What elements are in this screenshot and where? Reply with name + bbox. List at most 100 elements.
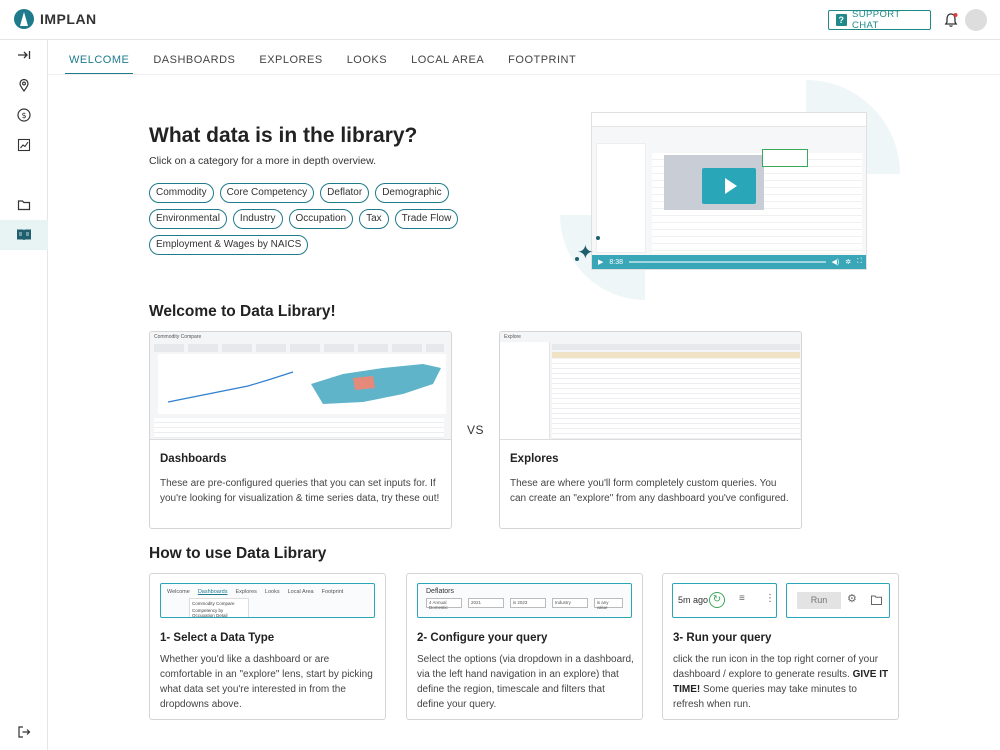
sparkle-icon: ✦: [577, 242, 594, 264]
step3-refresh-illustration: 5m ago ↻ ≡ ⋮: [672, 583, 777, 618]
support-chat-button[interactable]: ? SUPPORT CHAT: [828, 9, 931, 31]
explores-card[interactable]: Explore Explores These are where you'll …: [499, 331, 802, 529]
step2-illustration: Deflators 4 Annual Domestic 2021 is 2023…: [417, 583, 632, 618]
folder-icon[interactable]: [0, 190, 48, 220]
location-pin-icon[interactable]: [0, 70, 48, 100]
explore-shot-title: Explore: [504, 334, 521, 340]
refresh-icon: ↻: [709, 592, 725, 608]
category-chips: Commodity Core Competency Deflator Demog…: [149, 183, 469, 255]
mini-tab: Footprint: [321, 589, 344, 595]
chip-demographic[interactable]: Demographic: [375, 183, 449, 203]
library-book-icon[interactable]: [0, 220, 48, 250]
expand-sidebar-icon[interactable]: [0, 40, 48, 70]
dashboard-shot-filters: [154, 344, 444, 352]
step3-title: 3- Run your query: [673, 632, 772, 644]
dashboards-card[interactable]: Commodity Compare Dashboards These are p…: [149, 331, 452, 529]
tab-dashboards[interactable]: DASHBOARDS: [149, 48, 239, 74]
mini-tab: Looks: [264, 589, 280, 595]
main-tabs: WELCOME DASHBOARDS EXPLORES LOOKS LOCAL …: [65, 48, 596, 75]
step2-text: Select the options (via dropdown in a da…: [417, 654, 634, 710]
dashboard-shot-map: [303, 354, 446, 414]
gear-icon: ⚙: [847, 593, 857, 605]
chip-tax[interactable]: Tax: [359, 209, 389, 229]
logout-icon[interactable]: [0, 717, 48, 747]
video-popup: [762, 149, 808, 167]
step1-illustration: Welcome Dashboards Explores Looks Local …: [160, 583, 375, 618]
mini-field: 4 Annual Domestic: [426, 598, 462, 610]
video-time: 8:38: [609, 258, 624, 266]
tab-local-area[interactable]: LOCAL AREA: [407, 48, 488, 74]
howto-heading: How to use Data Library: [149, 545, 327, 562]
dashboards-title: Dashboards: [160, 453, 227, 465]
vs-label: VS: [467, 423, 485, 437]
logo[interactable]: IMPLAN: [14, 9, 97, 29]
volume-icon[interactable]: ◀): [832, 258, 840, 266]
chip-commodity[interactable]: Commodity: [149, 183, 214, 203]
filter-lines-icon: ≡: [739, 593, 745, 604]
mini-tab: Welcome: [167, 589, 190, 595]
step1-title: 1- Select a Data Type: [160, 632, 275, 644]
dashboard-shot-line-chart: [158, 354, 303, 414]
video-progress[interactable]: [629, 261, 826, 263]
mini-dropdown: Commodity Compare Competency by Occupati…: [189, 598, 249, 618]
step1-text: Whether you'd like a dashboard or are co…: [160, 654, 373, 710]
explore-shot-header: [552, 352, 800, 358]
chip-employment-wages[interactable]: Employment & Wages by NAICS: [149, 235, 309, 255]
tab-looks[interactable]: LOOKS: [343, 48, 391, 74]
step-card-configure: Deflators 4 Annual Domestic 2021 is 2023…: [406, 573, 643, 720]
chip-trade-flow[interactable]: Trade Flow: [394, 209, 459, 229]
chip-occupation[interactable]: Occupation: [288, 209, 354, 229]
mini-time-ago: 5m ago: [678, 595, 709, 605]
tab-footprint[interactable]: FOOTPRINT: [504, 48, 580, 74]
library-subtitle: Click on a category for a more in depth …: [149, 155, 377, 167]
dollar-icon[interactable]: $: [0, 100, 48, 130]
step-card-run: 5m ago ↻ ≡ ⋮ Run ⚙ 3- Run your query cli…: [662, 573, 899, 720]
decorative-dot: [575, 257, 579, 261]
play-button[interactable]: [702, 168, 756, 204]
mini-dropdown-item: Competency by Occupation Detail: [192, 608, 228, 618]
top-bar: IMPLAN ? SUPPORT CHAT: [0, 0, 1000, 40]
step3-text-end: Some queries may take minutes to refresh…: [673, 684, 857, 710]
fullscreen-icon[interactable]: ⛶: [857, 258, 862, 266]
settings-icon[interactable]: ✲: [845, 258, 851, 266]
mini-field: Industry: [551, 598, 588, 608]
mini-dropdown-item: Commodity Compare: [192, 601, 235, 606]
user-avatar[interactable]: [965, 9, 987, 31]
folder-icon: [871, 595, 882, 605]
support-chat-label: SUPPORT CHAT: [851, 9, 901, 31]
dashboards-description: These are pre-configured queries that yo…: [160, 478, 440, 504]
step-card-select: Welcome Dashboards Explores Looks Local …: [149, 573, 386, 720]
dashboard-screenshot: Commodity Compare: [150, 332, 451, 440]
video-sidebar: [596, 143, 646, 253]
welcome-heading: Welcome to Data Library!: [149, 303, 336, 320]
chip-deflator[interactable]: Deflator: [320, 183, 370, 203]
step3-text: click the run icon in the top right corn…: [673, 652, 890, 712]
notification-bell-icon[interactable]: [943, 12, 959, 28]
chip-industry[interactable]: Industry: [232, 209, 283, 229]
mini-tab: Local Area: [287, 589, 314, 595]
mini-deflators-title: Deflators: [426, 588, 455, 595]
mini-run-button: Run: [797, 592, 841, 609]
sidebar: $: [0, 40, 48, 750]
mini-field: is any value: [593, 598, 624, 610]
video-play-icon[interactable]: ▶: [598, 258, 603, 266]
step3-run-illustration: Run ⚙: [786, 583, 890, 618]
explore-shot-table: [552, 359, 800, 439]
library-title: What data is in the library?: [149, 124, 418, 147]
chart-icon[interactable]: [0, 130, 48, 160]
explores-title: Explores: [510, 453, 559, 465]
mini-field: is 2023: [509, 598, 546, 608]
explore-screenshot: Explore: [500, 332, 801, 440]
video-controls[interactable]: ▶ 8:38 ◀) ✲ ⛶: [592, 255, 866, 269]
step3-text-main: click the run icon in the top right corn…: [673, 654, 879, 680]
dashboard-shot-table: [154, 418, 444, 438]
explore-shot-toolbar: [552, 344, 800, 350]
tab-welcome[interactable]: WELCOME: [65, 48, 134, 75]
tab-explores[interactable]: EXPLORES: [255, 48, 326, 74]
chip-core-competency[interactable]: Core Competency: [219, 183, 315, 203]
implan-logo-icon: [14, 9, 34, 29]
decorative-dot: [596, 236, 600, 240]
explore-shot-sidebar: [500, 342, 550, 439]
chip-environmental[interactable]: Environmental: [149, 209, 227, 229]
mini-field: 2021: [467, 598, 504, 608]
